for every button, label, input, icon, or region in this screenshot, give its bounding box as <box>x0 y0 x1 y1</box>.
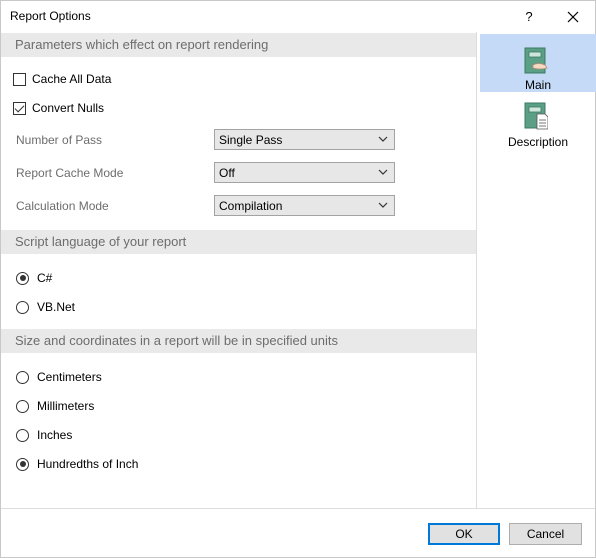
close-button[interactable] <box>553 1 593 32</box>
page-navigator: Main Description <box>478 32 596 508</box>
report-cache-mode-select[interactable]: Off <box>214 162 395 183</box>
ok-button[interactable]: OK <box>428 523 500 545</box>
close-icon <box>567 11 579 22</box>
dialog-footer: OK Cancel <box>1 508 595 557</box>
radio-button[interactable] <box>16 300 29 314</box>
radio-vbnet[interactable]: VB.Net <box>13 299 75 315</box>
checkbox-box[interactable] <box>13 101 26 115</box>
main-page-icon <box>524 47 548 74</box>
nav-item-main[interactable]: Main <box>480 34 596 92</box>
cancel-button[interactable]: Cancel <box>509 523 582 545</box>
radio-csharp-label: C# <box>37 271 53 285</box>
radio-centimeters-label: Centimeters <box>37 370 102 384</box>
options-panel: Parameters which effect on report render… <box>1 32 477 508</box>
nav-item-description[interactable]: Description <box>480 92 596 150</box>
report-options-dialog: Report Options ? Parameters which effect… <box>0 0 596 558</box>
section-header-script-language: Script language of your report <box>1 230 476 254</box>
calculation-mode-select[interactable]: Compilation <box>214 195 395 216</box>
calculation-mode-value: Compilation <box>219 199 283 213</box>
cache-all-data-checkbox[interactable]: Cache All Data <box>13 71 111 87</box>
convert-nulls-checkbox[interactable]: Convert Nulls <box>13 100 104 116</box>
radio-button[interactable] <box>16 428 29 442</box>
radio-button[interactable] <box>16 271 29 285</box>
radio-hundredths-of-inch-label: Hundredths of Inch <box>37 457 139 471</box>
description-page-icon <box>524 102 548 130</box>
radio-button[interactable] <box>16 370 29 384</box>
nav-item-description-label: Description <box>507 135 569 149</box>
radio-button[interactable] <box>16 457 29 471</box>
number-of-pass-select[interactable]: Single Pass <box>214 129 395 150</box>
radio-csharp[interactable]: C# <box>13 270 52 286</box>
number-of-pass-value: Single Pass <box>219 133 283 147</box>
radio-vbnet-label: VB.Net <box>37 300 76 314</box>
radio-millimeters[interactable]: Millimeters <box>13 398 94 414</box>
convert-nulls-label: Convert Nulls <box>32 101 105 115</box>
radio-button[interactable] <box>16 399 29 413</box>
chevron-down-icon <box>378 136 388 142</box>
chevron-down-icon <box>378 202 388 208</box>
dialog-title: Report Options <box>10 9 91 23</box>
help-button[interactable]: ? <box>509 1 549 32</box>
cache-all-data-label: Cache All Data <box>32 72 112 86</box>
report-cache-mode-value: Off <box>219 166 235 180</box>
section-header-units: Size and coordinates in a report will be… <box>1 329 476 353</box>
radio-centimeters[interactable]: Centimeters <box>13 369 102 385</box>
calculation-mode-label: Calculation Mode <box>16 199 109 213</box>
number-of-pass-label: Number of Pass <box>16 133 103 147</box>
title-bar: Report Options ? <box>1 1 595 32</box>
section-header-rendering: Parameters which effect on report render… <box>1 33 476 57</box>
chevron-down-icon <box>378 169 388 175</box>
checkbox-box[interactable] <box>13 72 26 86</box>
radio-inches-label: Inches <box>37 428 73 442</box>
radio-hundredths-of-inch[interactable]: Hundredths of Inch <box>13 456 138 472</box>
radio-inches[interactable]: Inches <box>13 427 72 443</box>
radio-millimeters-label: Millimeters <box>37 399 95 413</box>
nav-item-main-label: Main <box>524 78 551 92</box>
report-cache-mode-label: Report Cache Mode <box>16 166 124 180</box>
